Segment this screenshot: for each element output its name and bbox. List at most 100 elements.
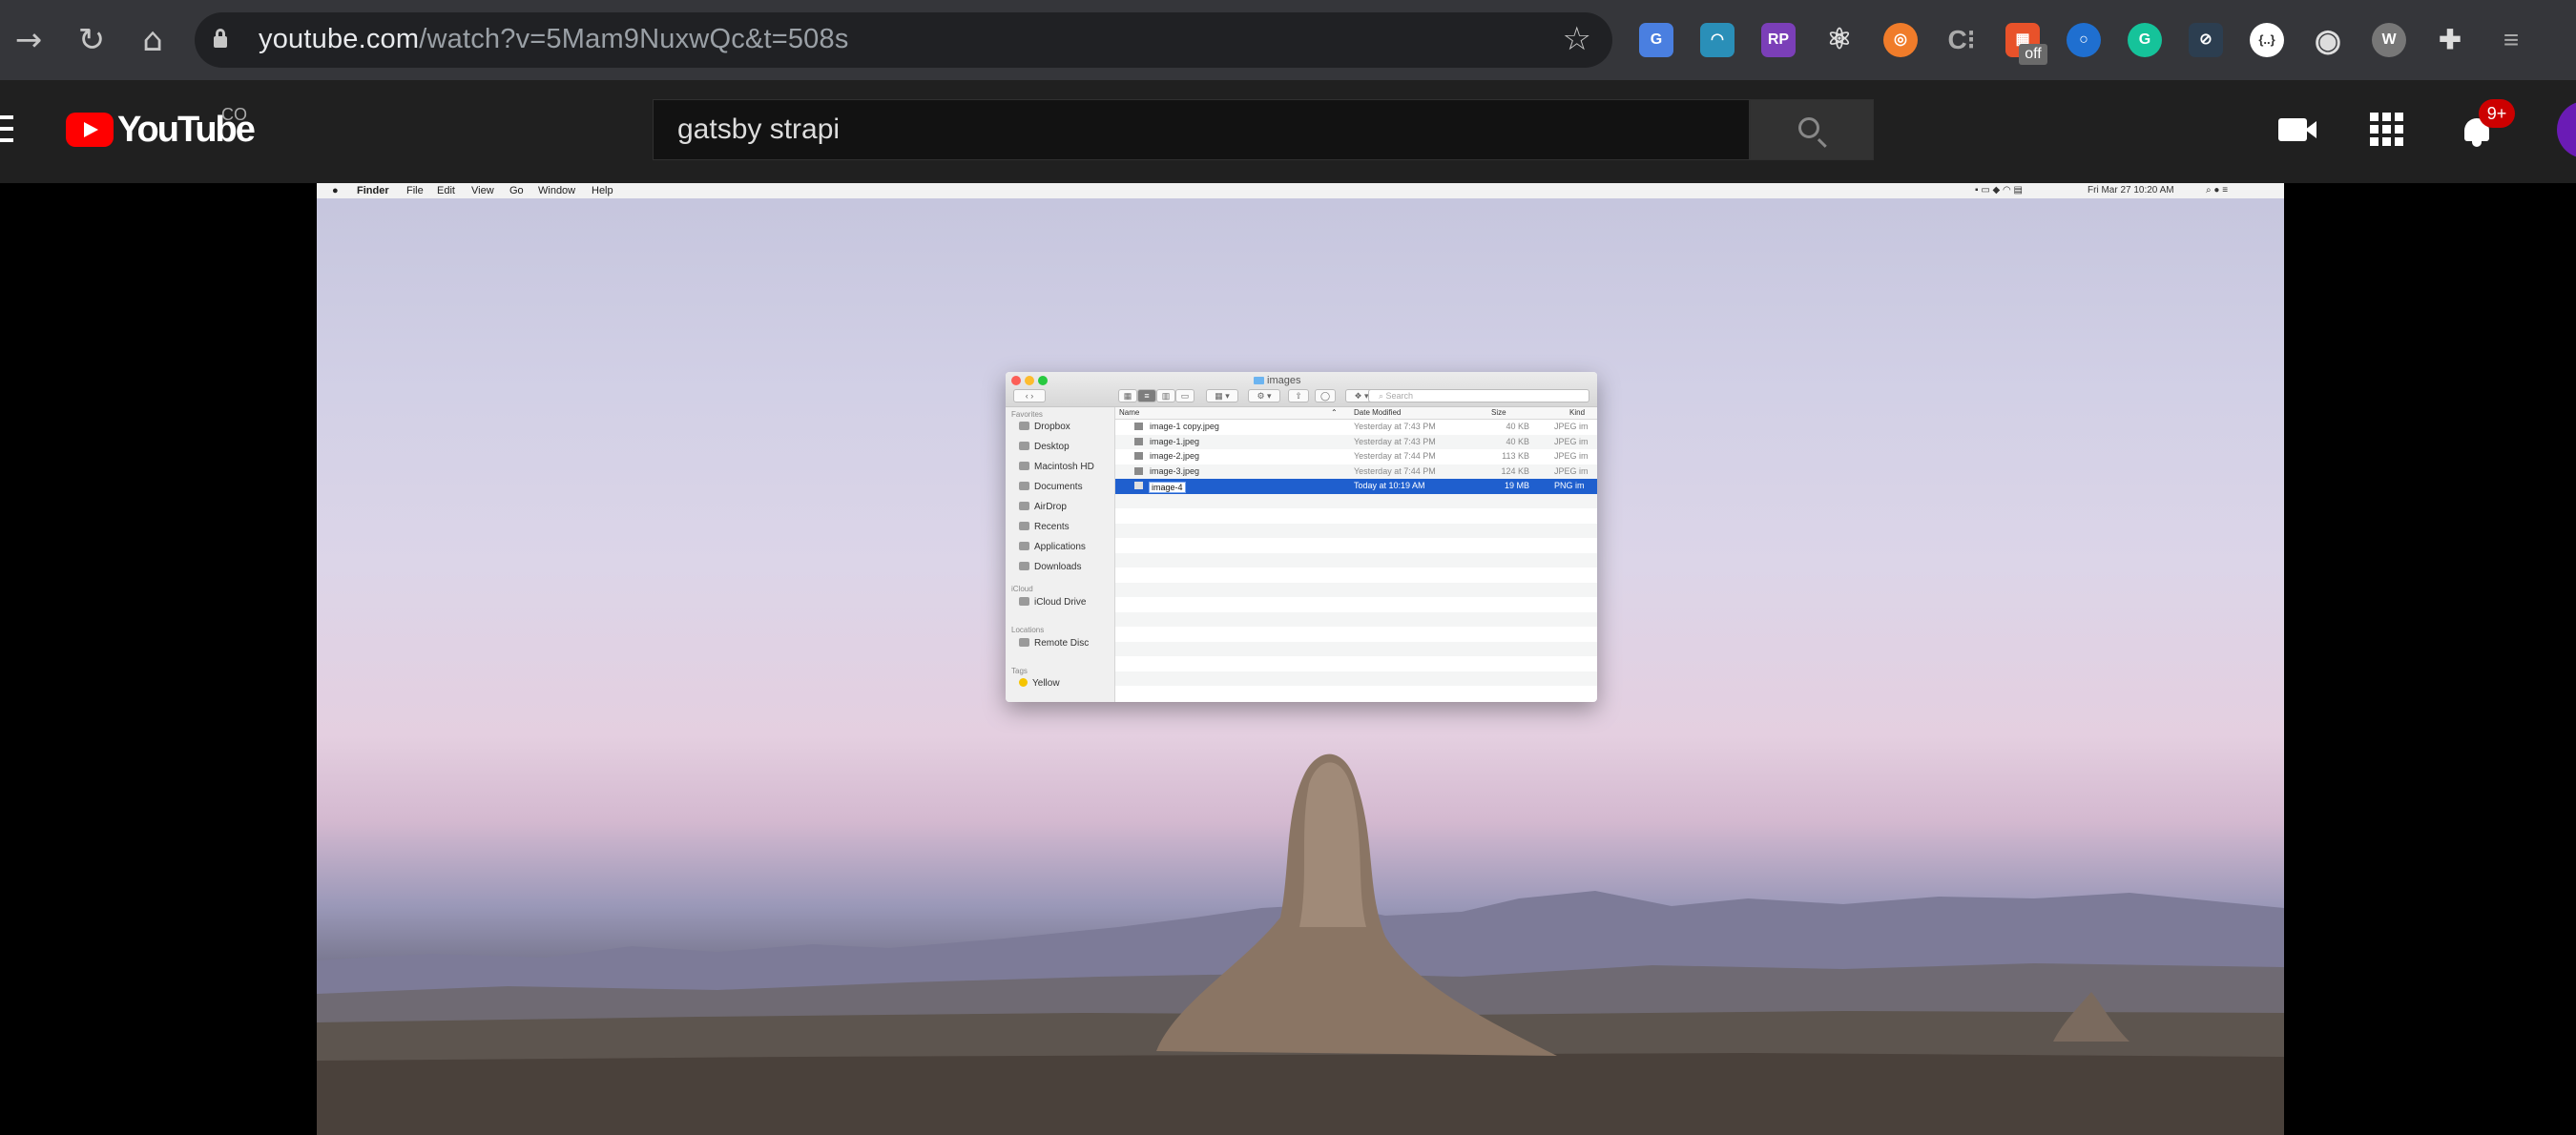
sidebar-header-favorites: Favorites: [1011, 410, 1043, 419]
youtube-logo-icon[interactable]: [66, 113, 114, 147]
lock-icon: [214, 29, 227, 48]
user-avatar[interactable]: [2557, 101, 2576, 158]
url-path: /watch?v=5Mam9NuxwQc&t=508s: [419, 24, 849, 54]
file-name: image-3.jpeg: [1150, 465, 1200, 476]
youtube-masthead: YouTube CO gatsby strapi 9+: [0, 80, 2576, 183]
w-extension-icon[interactable]: W: [2372, 23, 2406, 57]
finder-window[interactable]: images ‹ › ▦ ≡ ▥ ▭ ▦ ▾ ⚙ ▾ ⇧ ◯ ❖ ▾ ⌕ Sea…: [1006, 372, 1597, 702]
applications-icon: [1019, 542, 1029, 550]
empty-row: [1115, 671, 1597, 686]
file-size: 19 MB: [1504, 481, 1529, 490]
sidebar-header-tags: Tags: [1011, 667, 1028, 675]
sidebar-item-downloads[interactable]: Downloads: [1019, 562, 1081, 572]
view-list-button[interactable]: ≡: [1137, 389, 1156, 402]
sidebar-item-airdrop[interactable]: AirDrop: [1019, 502, 1067, 512]
video-player[interactable]: ● Finder File Edit View Go Window Help ▪…: [317, 183, 2284, 1135]
sidebar-item-macintosh-hd[interactable]: Macintosh HD: [1019, 462, 1094, 472]
empty-row: [1115, 568, 1597, 583]
bookmark-star-icon[interactable]: ☆: [1563, 20, 1591, 58]
sidebar-item-icloud-drive[interactable]: iCloud Drive: [1019, 597, 1086, 608]
tag-button[interactable]: ◯: [1315, 389, 1336, 402]
sidebar-item-remote-disc[interactable]: Remote Disc: [1019, 638, 1089, 649]
empty-row: [1115, 597, 1597, 612]
sidebar-item-documents[interactable]: Documents: [1019, 482, 1083, 492]
column-header-date[interactable]: Date Modified: [1354, 408, 1401, 417]
target-extension-icon[interactable]: ◉: [2311, 23, 2345, 57]
sidebar-item-tag-yellow[interactable]: Yellow: [1019, 678, 1060, 689]
create-video-icon[interactable]: [2278, 118, 2316, 141]
forward-icon[interactable]: →: [8, 19, 50, 61]
file-size: 124 KB: [1501, 465, 1529, 476]
disc-icon: [1019, 638, 1029, 647]
group-button[interactable]: ▦ ▾: [1206, 389, 1238, 402]
file-row[interactable]: image-1.jpeg Yesterday at 7:43 PM 40 KB JPE…: [1115, 434, 1597, 449]
sidebar-item-dropbox[interactable]: Dropbox: [1019, 422, 1070, 432]
zero-extension-icon[interactable]: ⊘: [2189, 23, 2223, 57]
file-kind: JPEG im: [1554, 436, 1589, 446]
sidebar-item-desktop[interactable]: Desktop: [1019, 442, 1070, 452]
file-date: Yesterday at 7:44 PM: [1354, 465, 1436, 476]
share-button[interactable]: ⇧: [1288, 389, 1309, 402]
search-button[interactable]: [1750, 99, 1874, 160]
sidebar-item-label: Recents: [1034, 522, 1070, 532]
rp-extension-icon[interactable]: RP: [1761, 23, 1796, 57]
close-window-icon[interactable]: [1011, 376, 1021, 385]
grammarly-icon[interactable]: G: [2128, 23, 2162, 57]
back-forward-buttons[interactable]: ‹ ›: [1013, 389, 1046, 402]
finder-search-field[interactable]: ⌕ Search: [1368, 389, 1589, 402]
search-input[interactable]: gatsby strapi: [653, 99, 1750, 160]
sidebar-item-label: Yellow: [1032, 678, 1060, 689]
reading-list-icon[interactable]: ≡: [2494, 23, 2528, 57]
sidebar-item-label: iCloud Drive: [1034, 597, 1087, 608]
code-extension-icon[interactable]: C⁝: [1944, 23, 1979, 57]
search-icon: [1798, 117, 1819, 138]
column-header-name[interactable]: Name: [1119, 408, 1139, 417]
finder-title-text: images: [1267, 375, 1301, 386]
home-icon[interactable]: ⌂: [132, 19, 174, 61]
action-gear-button[interactable]: ⚙ ▾: [1248, 389, 1280, 402]
column-header-size[interactable]: Size: [1491, 408, 1506, 417]
file-row[interactable]: image-2.jpeg Yesterday at 7:44 PM 113 KB JP…: [1115, 449, 1597, 464]
sidebar-item-recents[interactable]: Recents: [1019, 522, 1070, 532]
rename-field[interactable]: image-4: [1149, 482, 1186, 493]
file-row[interactable]: image-3.jpeg Yesterday at 7:44 PM 124 KB JP…: [1115, 464, 1597, 479]
view-columns-button[interactable]: ▥: [1156, 389, 1175, 402]
sidebar-item-label: Desktop: [1034, 442, 1070, 452]
json-extension-icon[interactable]: {..}: [2250, 23, 2284, 57]
empty-row: [1115, 538, 1597, 553]
zoom-window-icon[interactable]: [1038, 376, 1048, 385]
circle-extension-icon[interactable]: ○: [2067, 23, 2101, 57]
hamburger-menu-icon[interactable]: [0, 115, 13, 146]
reload-icon[interactable]: ↻: [71, 19, 113, 61]
minimize-window-icon[interactable]: [1025, 376, 1034, 385]
react-devtools-icon[interactable]: ⚛: [1822, 23, 1857, 57]
file-kind: JPEG im: [1554, 465, 1589, 476]
file-kind: JPEG im: [1554, 451, 1589, 461]
file-row-selected[interactable]: image-4 Today at 10:19 AM 19 MB PNG im: [1115, 479, 1597, 494]
sidebar-header-locations: Locations: [1011, 626, 1045, 634]
empty-row: [1115, 523, 1597, 538]
google-translate-extension-icon[interactable]: G: [1639, 23, 1673, 57]
sidebar-item-label: Downloads: [1034, 562, 1082, 572]
documents-icon: [1019, 482, 1029, 490]
lifebuoy-extension-icon[interactable]: ◎: [1883, 23, 1918, 57]
jpeg-file-icon: [1134, 452, 1143, 460]
file-date: Yesterday at 7:43 PM: [1354, 422, 1436, 431]
apps-grid-icon[interactable]: [2370, 113, 2404, 147]
file-row[interactable]: image-1 copy.jpeg Yesterday at 7:43 PM 40 …: [1115, 420, 1597, 435]
finder-sidebar: Favorites Dropbox Desktop Macintosh HD D…: [1006, 407, 1115, 702]
empty-row: [1115, 641, 1597, 656]
column-header-kind[interactable]: Kind: [1569, 408, 1585, 417]
sidebar-item-label: Macintosh HD: [1034, 462, 1094, 472]
view-gallery-button[interactable]: ▭: [1175, 389, 1195, 402]
jpeg-file-icon: [1134, 437, 1143, 445]
view-icons-button[interactable]: ▦: [1118, 389, 1137, 402]
finder-search-placeholder: Search: [1385, 391, 1414, 401]
airdrop-icon: [1019, 502, 1029, 510]
wave-extension-icon[interactable]: ◠: [1700, 23, 1735, 57]
url-text[interactable]: youtube.com/watch?v=5Mam9NuxwQc&t=508s: [259, 24, 849, 55]
address-bar[interactable]: youtube.com/watch?v=5Mam9NuxwQc&t=508s ☆: [195, 12, 1612, 68]
country-code: CO: [221, 105, 247, 124]
sidebar-item-applications[interactable]: Applications: [1019, 542, 1086, 552]
puzzle-extensions-icon[interactable]: ✚: [2433, 23, 2467, 57]
